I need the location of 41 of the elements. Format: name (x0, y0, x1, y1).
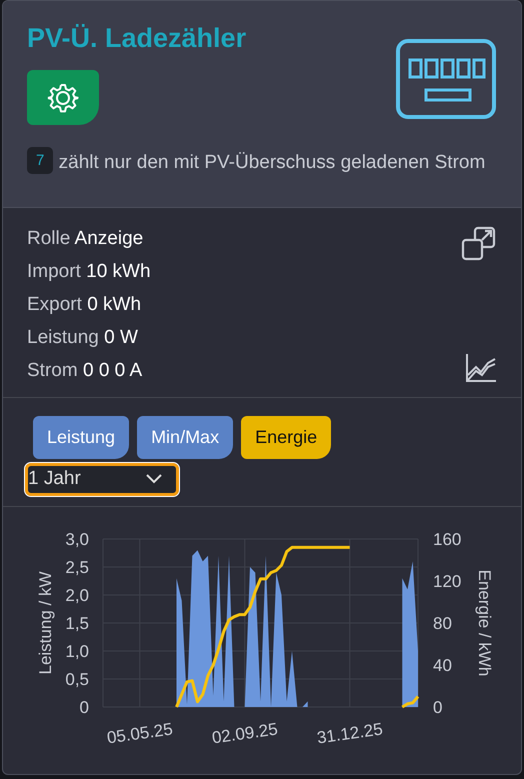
reading-label: Strom (27, 360, 78, 381)
y-tick-label: 1,0 (65, 642, 89, 661)
x-tick-label: 02.09.25 (210, 719, 279, 748)
chart-mode-button[interactable]: Leistung (33, 416, 130, 459)
y-tick-label: 0 (433, 698, 442, 717)
y-tick-label: 2,5 (65, 558, 89, 577)
y-tick-label: 0 (80, 698, 89, 717)
chart-mode-button[interactable]: Min/Max (137, 416, 234, 459)
y-tick-label: 3,0 (65, 530, 89, 549)
chevron-down-icon (146, 474, 162, 484)
description-text: zählt nur den mit PV-Überschuss geladenen Strom (58, 152, 486, 174)
settings-icon (47, 82, 79, 114)
reading-label: Export (27, 294, 82, 315)
reading-value: 0 kWh (87, 294, 142, 315)
y-tick-label: 40 (433, 656, 452, 675)
y-tick-label: 2,0 (65, 586, 89, 605)
y-tick-label: 80 (433, 614, 452, 633)
y-tick-label: 160 (433, 530, 462, 549)
count-badge: 7 (27, 147, 54, 174)
expand-icon[interactable] (461, 226, 497, 262)
reading-label: Import (27, 260, 81, 282)
y-tick-label: 120 (433, 572, 462, 591)
chart-icon[interactable] (465, 352, 497, 383)
chart-mode-button[interactable]: Energie (241, 416, 332, 459)
settings-button[interactable] (27, 70, 99, 126)
card-title: PV-Ü. Ladezähler (27, 22, 246, 54)
x-tick-label: 05.05.25 (106, 719, 174, 748)
x-tick-label: 31.12.25 (316, 719, 384, 748)
range-select[interactable]: 1 Jahr (25, 462, 179, 496)
reading-label: Leistung (27, 326, 99, 348)
reading-label: Rolle (27, 228, 70, 249)
axis-title: Leistung / kW (36, 571, 55, 674)
range-value: 1 Jahr (28, 467, 81, 492)
meter-icon (395, 38, 497, 120)
reading-value: Anzeige (74, 228, 144, 249)
reading-value: 10 kWh (86, 260, 151, 282)
axis-title: Energie / kWh (475, 570, 494, 676)
reading-value: 0 0 0 A (82, 360, 142, 381)
reading-value: 0 W (104, 326, 138, 348)
y-tick-label: 0,5 (65, 670, 89, 689)
y-tick-label: 1,5 (65, 614, 89, 633)
